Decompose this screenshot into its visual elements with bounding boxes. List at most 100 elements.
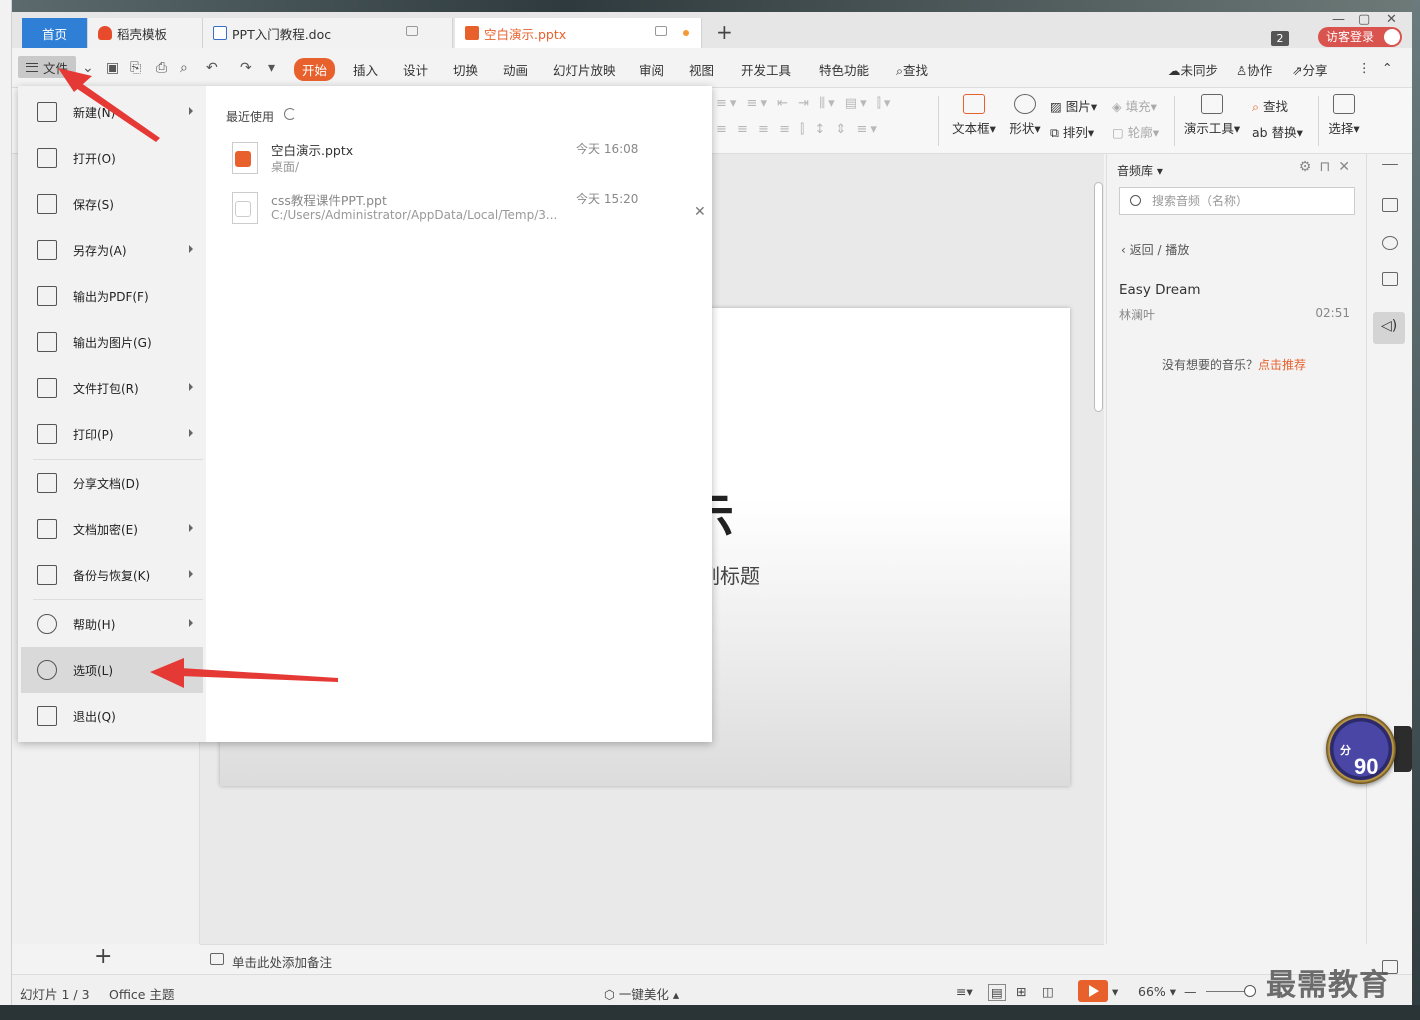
recommend-link[interactable]: 点击推荐: [1258, 358, 1306, 372]
notes-bar[interactable]: 单击此处添加备注: [200, 944, 1104, 974]
normal-view-icon[interactable]: ▤: [988, 984, 1006, 1001]
menu-item-print[interactable]: 打印(P): [21, 411, 203, 457]
menu-item-options[interactable]: 选项(L): [21, 647, 203, 693]
new-tab-button[interactable]: +: [716, 22, 733, 42]
menu-item-exit[interactable]: 退出(Q): [21, 693, 203, 739]
tab-insert[interactable]: 插入: [353, 60, 378, 79]
tab-transition[interactable]: 切换: [453, 60, 478, 79]
redo-icon[interactable]: ↷: [240, 60, 252, 76]
add-slide-button[interactable]: +: [94, 944, 112, 969]
tab-start[interactable]: 开始: [294, 58, 336, 81]
format-painter-icon[interactable]: ⎘: [130, 60, 141, 76]
tab-search-label: 查找: [903, 63, 929, 78]
tab-design[interactable]: 设计: [403, 60, 428, 79]
reading-view-icon[interactable]: ◫: [1042, 984, 1054, 999]
shape-button[interactable]: 形状▾: [1002, 94, 1048, 137]
more-options-icon[interactable]: ⋮: [1358, 60, 1371, 75]
undo-icon[interactable]: ↶: [206, 60, 218, 76]
recent-file-item[interactable]: 空白演示.pptx 桌面/ 今天 16:08: [226, 136, 696, 182]
notes-toggle-icon[interactable]: ≡▾: [956, 984, 973, 999]
collaborate-button[interactable]: ♙协作: [1236, 60, 1272, 79]
avatar-icon: [1384, 29, 1400, 45]
chevron-down-icon[interactable]: ⌄: [82, 60, 94, 76]
tab-animation[interactable]: 动画: [503, 60, 528, 79]
star-icon[interactable]: [1382, 236, 1398, 250]
menu-item-export-pdf[interactable]: 输出为PDF(F): [21, 273, 203, 319]
menu-item-export-image[interactable]: 输出为图片(G): [21, 319, 203, 365]
play-options-icon[interactable]: ▾: [1112, 984, 1118, 999]
audio-tool-selected[interactable]: ◁): [1373, 312, 1405, 344]
quick-access-more-icon[interactable]: ▾: [268, 60, 275, 76]
save-icon[interactable]: ▣: [106, 60, 119, 76]
tab-presentation[interactable]: 空白演示.pptx: [455, 18, 702, 48]
share-button[interactable]: ⇗分享: [1292, 60, 1328, 79]
presentation-tools-button[interactable]: 演示工具▾: [1182, 94, 1242, 137]
tab-developer[interactable]: 开发工具: [741, 60, 791, 79]
menu-item-open[interactable]: 打开(O): [21, 135, 203, 181]
menu-item-new[interactable]: 新建(N): [21, 89, 203, 135]
menu-item-backup[interactable]: 备份与恢复(K): [21, 552, 203, 598]
beautify-label: 一键美化: [618, 987, 669, 1002]
zoom-level[interactable]: 66% ▾: [1138, 984, 1176, 999]
zoom-slider-handle[interactable]: [1244, 985, 1256, 997]
arrange-button[interactable]: ⧉ 排列▾: [1050, 122, 1094, 141]
tab-word-doc[interactable]: PPT入门教程.doc: [203, 18, 453, 48]
menu-item-encrypt[interactable]: 文档加密(E): [21, 506, 203, 552]
menu-item-package[interactable]: 文件打包(R): [21, 365, 203, 411]
play-slideshow-button[interactable]: [1078, 980, 1108, 1002]
package-icon: [37, 378, 57, 398]
zoom-out-icon[interactable]: —: [1184, 984, 1197, 999]
find-button[interactable]: ⌕ 查找: [1252, 96, 1288, 115]
tab-view[interactable]: 视图: [689, 60, 714, 79]
audio-library-title[interactable]: 音频库 ▾: [1117, 162, 1163, 179]
menu-item-save-as[interactable]: 另存为(A): [21, 227, 203, 273]
tab-features[interactable]: 特色功能: [819, 60, 869, 79]
picture-button[interactable]: ▨ 图片▾: [1050, 96, 1097, 115]
tab-search[interactable]: ⌕查找: [896, 60, 928, 79]
fill-button[interactable]: ◈ 填充▾: [1112, 96, 1157, 115]
recent-file-time: 今天 15:20: [576, 192, 639, 206]
lock-icon[interactable]: ⊓: [1319, 159, 1338, 175]
tab-slideshow[interactable]: 幻灯片放映: [553, 60, 616, 79]
menu-item-share[interactable]: 分享文档(D): [21, 460, 203, 506]
remove-recent-close-icon[interactable]: ✕: [694, 204, 706, 220]
menu-item-save[interactable]: 保存(S): [21, 181, 203, 227]
score-widget-tab[interactable]: [1394, 726, 1412, 772]
visitor-login-button[interactable]: 访客登录: [1318, 27, 1402, 47]
collapse-ribbon-icon[interactable]: ⌃: [1382, 60, 1392, 75]
minimize-button[interactable]: —: [1332, 12, 1345, 27]
menu-item-label: 新建(N): [73, 105, 116, 120]
menu-item-label: 打开(O): [73, 151, 116, 166]
canvas-scrollbar[interactable]: [1092, 172, 1104, 932]
tab-home[interactable]: 首页: [22, 18, 88, 48]
replace-button[interactable]: ab 替换▾: [1252, 122, 1303, 141]
print-icon[interactable]: ⎙: [156, 60, 167, 76]
tab-review[interactable]: 审阅: [639, 60, 664, 79]
recent-file-item[interactable]: css教程课件PPT.ppt C:/Users/Administrator/Ap…: [226, 186, 706, 232]
close-window-button[interactable]: ✕: [1386, 12, 1397, 27]
score-badge[interactable]: 90 分: [1326, 714, 1396, 784]
file-menu-button[interactable]: 文件: [18, 56, 76, 78]
tab-docer-templates[interactable]: 稻壳模板: [88, 18, 203, 48]
close-icon[interactable]: ✕: [1338, 159, 1358, 175]
window-count-badge[interactable]: 2: [1271, 31, 1289, 46]
settings-icon[interactable]: ⚙: [1299, 159, 1320, 175]
select-button[interactable]: 选择▾: [1322, 94, 1366, 137]
song-title[interactable]: Easy Dream: [1119, 282, 1201, 298]
print-preview-icon[interactable]: ⌕: [180, 60, 188, 76]
audio-search-box[interactable]: [1119, 187, 1355, 215]
outline-button[interactable]: ▢ 轮廓▾: [1112, 122, 1159, 141]
refresh-icon[interactable]: [284, 108, 296, 120]
textbox-button[interactable]: 文本框▾: [946, 94, 1002, 137]
beautify-button[interactable]: ⬡ 一键美化 ▴: [604, 984, 679, 1003]
slide-sorter-icon[interactable]: ⊞: [1016, 984, 1026, 999]
scroll-thumb[interactable]: [1094, 182, 1103, 412]
theme-name[interactable]: Office 主题: [109, 984, 174, 1003]
adjust-icon[interactable]: [1382, 198, 1398, 212]
audio-search-input[interactable]: [1152, 192, 1347, 210]
copy-icon[interactable]: [1382, 272, 1398, 286]
sync-status-button[interactable]: ☁未同步: [1168, 60, 1218, 79]
maximize-button[interactable]: ▢: [1358, 12, 1370, 27]
menu-item-help[interactable]: 帮助(H): [21, 601, 203, 647]
back-link[interactable]: ‹ 返回: [1121, 243, 1154, 257]
